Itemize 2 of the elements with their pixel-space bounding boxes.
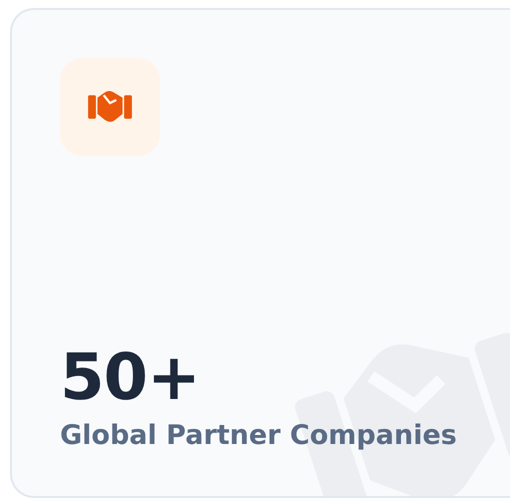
stat-value: 50+ <box>60 346 201 410</box>
stat-label: Global Partner Companies <box>60 420 458 452</box>
